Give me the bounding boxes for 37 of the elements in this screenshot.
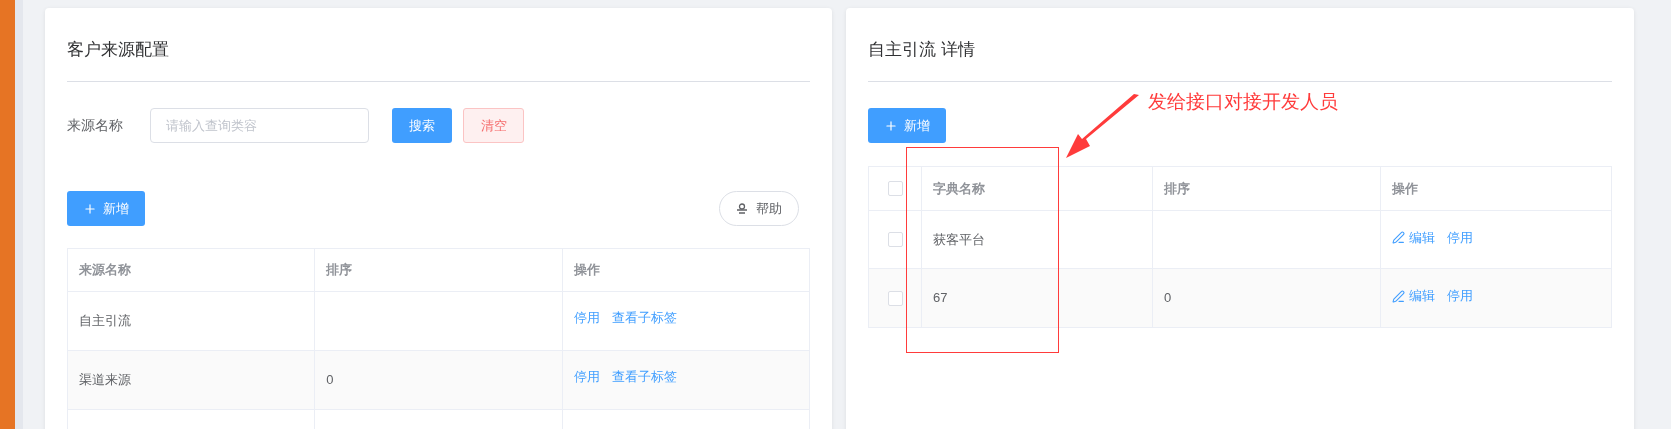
pencil-icon [1392, 289, 1405, 303]
plus-icon [83, 201, 97, 216]
column-header: 排序 [326, 261, 353, 280]
column-header: 来源名称 [79, 261, 131, 280]
table-cell-text: 获客平台 [933, 230, 985, 249]
add-button[interactable]: 新增 [67, 191, 145, 226]
action-link[interactable]: 查看子标签 [611, 367, 677, 387]
plus-icon [884, 118, 898, 133]
table-cell-text: 67 [933, 289, 948, 308]
checkbox[interactable] [887, 181, 903, 196]
edit-link[interactable]: 编辑 [1392, 227, 1435, 248]
pencil-icon [1392, 231, 1405, 244]
clear-button[interactable]: 清空 [463, 108, 524, 143]
action-link[interactable]: 停用 [573, 367, 600, 387]
add-button[interactable]: 新增 [868, 108, 946, 143]
search-button[interactable]: 搜索 [392, 108, 452, 143]
checkbox[interactable] [887, 290, 903, 306]
table-cell-text: 渠道来源 [79, 371, 131, 390]
annotation-text: 发给接口对接开发人员 [1148, 90, 1338, 114]
action-link[interactable]: 停用 [1447, 286, 1473, 306]
column-header: 排序 [1164, 179, 1190, 198]
edit-link[interactable]: 编辑 [1392, 286, 1435, 306]
table-cell-text: 0 [326, 371, 334, 390]
panel-title: 客户来源配置 [67, 39, 170, 61]
panel-title: 自主引流 详情 [868, 39, 976, 61]
column-header: 操作 [1392, 179, 1418, 198]
table-cell-text: 自主引流 [79, 312, 131, 331]
column-header: 操作 [573, 261, 600, 280]
checkbox[interactable] [887, 232, 903, 247]
column-header: 字典名称 [933, 179, 985, 198]
action-link[interactable]: 停用 [573, 308, 600, 328]
action-link[interactable]: 查看子标签 [611, 308, 677, 328]
search-field[interactable]: 请输入查询类容 [150, 108, 369, 143]
action-link[interactable]: 停用 [1447, 227, 1473, 248]
table-cell-text: 0 [1164, 289, 1172, 308]
help-icon [736, 202, 748, 215]
field-label: 来源名称 [67, 116, 124, 135]
